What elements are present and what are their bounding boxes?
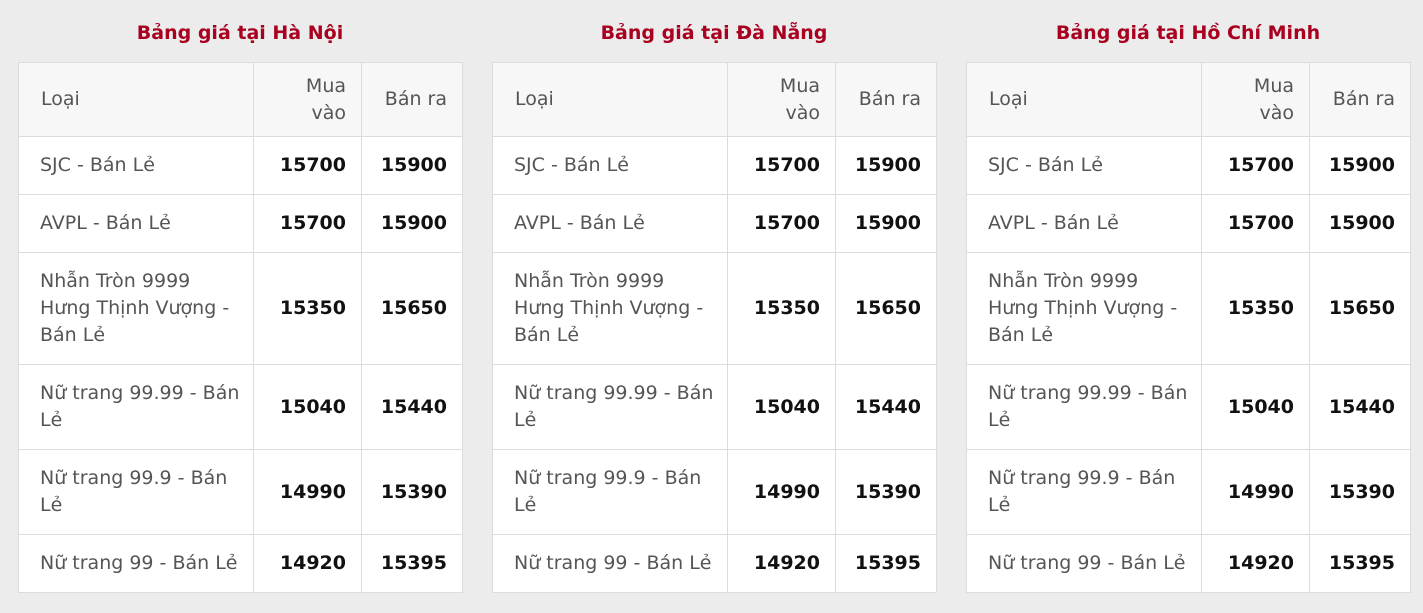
table-row: SJC - Bán Lẻ 15700 15900 bbox=[966, 136, 1411, 195]
row-sell-price: 15440 bbox=[835, 364, 937, 450]
row-type: Nhẫn Tròn 9999 Hưng Thịnh Vượng - Bán Lẻ bbox=[18, 252, 254, 365]
row-buy-price: 15350 bbox=[1201, 252, 1310, 365]
column-header-sell: Bán ra bbox=[1309, 62, 1411, 137]
price-table: Loại Mua vào Bán ra SJC - Bán Lẻ 15700 1… bbox=[492, 62, 937, 593]
column-header-type: Loại bbox=[492, 62, 728, 137]
row-buy-price: 15700 bbox=[727, 194, 836, 253]
table-row: AVPL - Bán Lẻ 15700 15900 bbox=[18, 194, 463, 253]
row-buy-price: 15350 bbox=[727, 252, 836, 365]
row-sell-price: 15650 bbox=[361, 252, 463, 365]
table-header-row: Loại Mua vào Bán ra bbox=[492, 62, 937, 137]
row-sell-price: 15650 bbox=[1309, 252, 1411, 365]
row-type: AVPL - Bán Lẻ bbox=[966, 194, 1202, 253]
row-type: SJC - Bán Lẻ bbox=[492, 136, 728, 195]
panel-title: Bảng giá tại Đà Nẵng bbox=[600, 22, 828, 44]
table-row: Nữ trang 99.99 - Bán Lẻ 15040 15440 bbox=[18, 364, 463, 450]
row-sell-price: 15900 bbox=[835, 194, 937, 253]
row-buy-price: 14920 bbox=[253, 534, 362, 593]
row-buy-price: 15040 bbox=[253, 364, 362, 450]
row-type: AVPL - Bán Lẻ bbox=[18, 194, 254, 253]
row-buy-price: 15700 bbox=[1201, 136, 1310, 195]
table-header-row: Loại Mua vào Bán ra bbox=[18, 62, 463, 137]
row-sell-price: 15395 bbox=[835, 534, 937, 593]
row-type: Nữ trang 99 - Bán Lẻ bbox=[966, 534, 1202, 593]
table-row: AVPL - Bán Lẻ 15700 15900 bbox=[492, 194, 937, 253]
row-buy-price: 14920 bbox=[727, 534, 836, 593]
row-buy-price: 14990 bbox=[253, 449, 362, 535]
row-sell-price: 15440 bbox=[361, 364, 463, 450]
row-type: Nhẫn Tròn 9999 Hưng Thịnh Vượng - Bán Lẻ bbox=[492, 252, 728, 365]
row-type: Nhẫn Tròn 9999 Hưng Thịnh Vượng - Bán Lẻ bbox=[966, 252, 1202, 365]
row-type: Nữ trang 99 - Bán Lẻ bbox=[492, 534, 728, 593]
row-type: Nữ trang 99.99 - Bán Lẻ bbox=[966, 364, 1202, 450]
price-panel-danang: Bảng giá tại Đà Nẵng Loại Mua vào Bán ra… bbox=[492, 0, 937, 593]
table-row: SJC - Bán Lẻ 15700 15900 bbox=[492, 136, 937, 195]
row-buy-price: 15700 bbox=[1201, 194, 1310, 253]
row-buy-price: 14920 bbox=[1201, 534, 1310, 593]
row-sell-price: 15900 bbox=[1309, 136, 1411, 195]
row-buy-price: 14990 bbox=[1201, 449, 1310, 535]
row-type: Nữ trang 99.9 - Bán Lẻ bbox=[492, 449, 728, 535]
table-row: Nữ trang 99.99 - Bán Lẻ 15040 15440 bbox=[492, 364, 937, 450]
panel-title: Bảng giá tại Hà Nội bbox=[136, 22, 344, 44]
table-row: Nữ trang 99.9 - Bán Lẻ 14990 15390 bbox=[492, 449, 937, 535]
column-header-buy: Mua vào bbox=[253, 62, 362, 137]
row-buy-price: 15350 bbox=[253, 252, 362, 365]
row-type: Nữ trang 99.99 - Bán Lẻ bbox=[492, 364, 728, 450]
row-type: Nữ trang 99.9 - Bán Lẻ bbox=[966, 449, 1202, 535]
column-header-buy: Mua vào bbox=[727, 62, 836, 137]
column-header-sell: Bán ra bbox=[361, 62, 463, 137]
column-header-sell: Bán ra bbox=[835, 62, 937, 137]
row-buy-price: 15700 bbox=[253, 136, 362, 195]
row-sell-price: 15395 bbox=[361, 534, 463, 593]
table-header-row: Loại Mua vào Bán ra bbox=[966, 62, 1411, 137]
column-header-type: Loại bbox=[966, 62, 1202, 137]
table-row: SJC - Bán Lẻ 15700 15900 bbox=[18, 136, 463, 195]
row-type: Nữ trang 99.99 - Bán Lẻ bbox=[18, 364, 254, 450]
column-header-buy: Mua vào bbox=[1201, 62, 1310, 137]
row-sell-price: 15390 bbox=[361, 449, 463, 535]
table-row: Nữ trang 99 - Bán Lẻ 14920 15395 bbox=[492, 534, 937, 593]
price-panel-hanoi: Bảng giá tại Hà Nội Loại Mua vào Bán ra … bbox=[18, 0, 463, 593]
row-sell-price: 15650 bbox=[835, 252, 937, 365]
row-sell-price: 15395 bbox=[1309, 534, 1411, 593]
table-row: Nữ trang 99.99 - Bán Lẻ 15040 15440 bbox=[966, 364, 1411, 450]
row-buy-price: 15700 bbox=[253, 194, 362, 253]
row-sell-price: 15440 bbox=[1309, 364, 1411, 450]
panel-title: Bảng giá tại Hồ Chí Minh bbox=[1055, 22, 1321, 44]
row-sell-price: 15390 bbox=[835, 449, 937, 535]
price-table: Loại Mua vào Bán ra SJC - Bán Lẻ 15700 1… bbox=[966, 62, 1411, 593]
row-type: AVPL - Bán Lẻ bbox=[492, 194, 728, 253]
row-buy-price: 15040 bbox=[727, 364, 836, 450]
table-row: Nhẫn Tròn 9999 Hưng Thịnh Vượng - Bán Lẻ… bbox=[492, 252, 937, 365]
price-panel-hcm: Bảng giá tại Hồ Chí Minh Loại Mua vào Bá… bbox=[966, 0, 1411, 593]
row-type: SJC - Bán Lẻ bbox=[966, 136, 1202, 195]
row-sell-price: 15900 bbox=[361, 136, 463, 195]
row-buy-price: 14990 bbox=[727, 449, 836, 535]
row-sell-price: 15900 bbox=[835, 136, 937, 195]
table-row: Nữ trang 99.9 - Bán Lẻ 14990 15390 bbox=[966, 449, 1411, 535]
row-sell-price: 15900 bbox=[1309, 194, 1411, 253]
table-row: AVPL - Bán Lẻ 15700 15900 bbox=[966, 194, 1411, 253]
price-table: Loại Mua vào Bán ra SJC - Bán Lẻ 15700 1… bbox=[18, 62, 463, 593]
row-type: SJC - Bán Lẻ bbox=[18, 136, 254, 195]
row-sell-price: 15390 bbox=[1309, 449, 1411, 535]
row-sell-price: 15900 bbox=[361, 194, 463, 253]
row-type: Nữ trang 99 - Bán Lẻ bbox=[18, 534, 254, 593]
table-row: Nữ trang 99 - Bán Lẻ 14920 15395 bbox=[18, 534, 463, 593]
table-row: Nhẫn Tròn 9999 Hưng Thịnh Vượng - Bán Lẻ… bbox=[966, 252, 1411, 365]
row-buy-price: 15040 bbox=[1201, 364, 1310, 450]
row-type: Nữ trang 99.9 - Bán Lẻ bbox=[18, 449, 254, 535]
table-row: Nữ trang 99 - Bán Lẻ 14920 15395 bbox=[966, 534, 1411, 593]
row-buy-price: 15700 bbox=[727, 136, 836, 195]
table-row: Nhẫn Tròn 9999 Hưng Thịnh Vượng - Bán Lẻ… bbox=[18, 252, 463, 365]
column-header-type: Loại bbox=[18, 62, 254, 137]
table-row: Nữ trang 99.9 - Bán Lẻ 14990 15390 bbox=[18, 449, 463, 535]
